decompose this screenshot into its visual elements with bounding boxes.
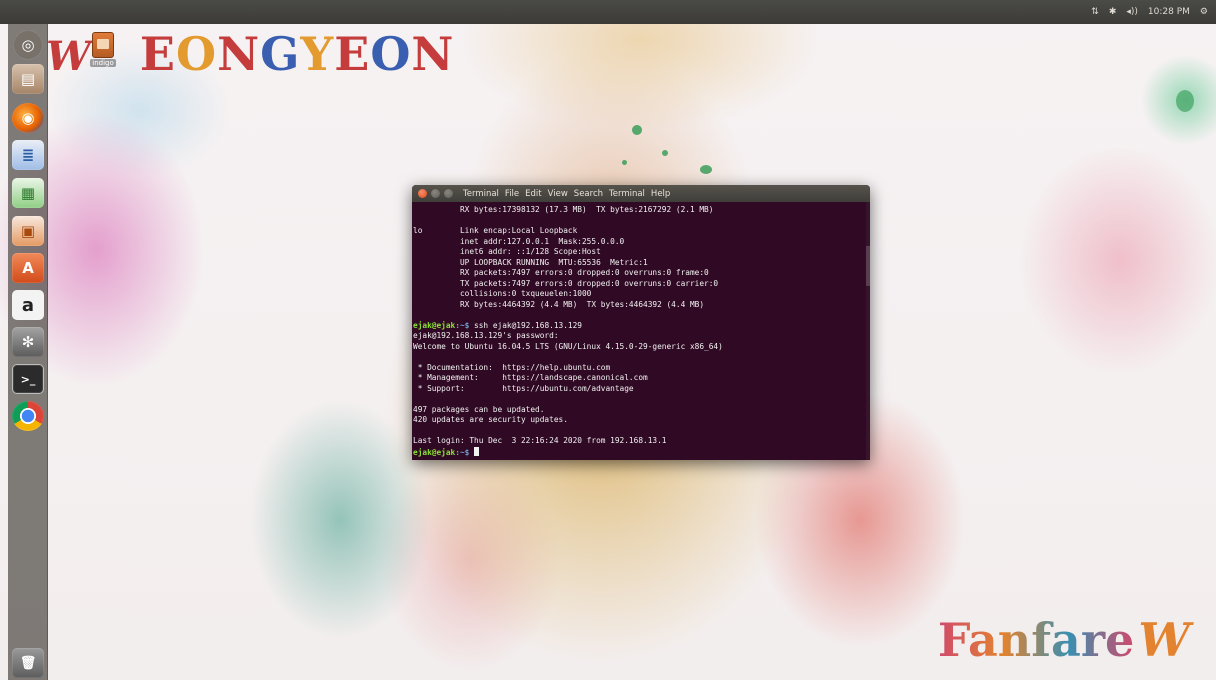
menu-view[interactable]: View <box>548 189 568 199</box>
terminal-output[interactable]: RX bytes:17398132 (17.3 MB) TX bytes:216… <box>412 205 870 460</box>
terminal-icon: >_ <box>20 372 36 386</box>
brand-letter: O <box>175 27 218 81</box>
prompt-user: ejak@ejak <box>413 447 456 457</box>
prompt-user: ejak@ejak <box>413 320 456 330</box>
desktop-shortcut-indigo[interactable]: indigo <box>86 32 120 74</box>
launcher-item-firefox[interactable]: ◉ <box>12 103 44 133</box>
menu-search[interactable]: Search <box>574 189 603 199</box>
paint-splash <box>622 160 627 165</box>
brand-letter: O <box>370 27 412 81</box>
package-icon <box>92 32 114 58</box>
paint-splash <box>662 150 668 156</box>
paint-splash <box>1176 90 1194 112</box>
prompt-path: :~$ <box>455 447 470 457</box>
software-center-icon: A <box>22 259 34 277</box>
terminal-line: inet6 addr: ::1/128 Scope:Host <box>413 247 601 256</box>
terminal-line: * Documentation: https://help.ubuntu.com <box>413 362 611 372</box>
prompt-path: :~$ <box>455 320 470 330</box>
prompt-command: ssh ejak@192.168.13.129 <box>469 320 583 330</box>
bluetooth-icon[interactable]: ✱ <box>1109 7 1117 17</box>
volume-icon[interactable]: ◂)) <box>1126 7 1138 17</box>
menubar: Terminal File Edit View Search Terminal … <box>463 189 670 199</box>
brand-letter: E <box>334 27 371 81</box>
firefox-icon: ◉ <box>21 109 35 127</box>
text-cursor <box>474 446 480 456</box>
brand-bottom-logo-icon: W <box>1138 613 1190 667</box>
settings-gear-icon[interactable]: ⚙ <box>1200 7 1208 17</box>
brand-letter: G <box>260 27 301 81</box>
launcher-item-chrome[interactable] <box>12 401 44 431</box>
amazon-icon: a <box>21 294 35 316</box>
close-icon[interactable] <box>418 189 427 198</box>
terminal-line: ejak@192.168.13.129's password: <box>413 331 559 340</box>
launcher-item-impress[interactable]: ▣ <box>12 216 44 246</box>
menu-help[interactable]: Help <box>651 189 670 199</box>
spreadsheet-icon: ▦ <box>20 184 36 202</box>
terminal-line: UP LOOPBACK RUNNING MTU:65536 Metric:1 <box>413 257 648 267</box>
app-title: Terminal <box>463 188 499 199</box>
brand-letter: Y <box>300 27 335 81</box>
menu-terminal[interactable]: Terminal <box>609 189 645 199</box>
launcher-item-system-settings[interactable]: ✻ <box>12 327 44 357</box>
clock[interactable]: 10:28 PM <box>1148 7 1190 17</box>
terminal-line: Welcome to Ubuntu 16.04.5 LTS (GNU/Linux… <box>413 341 723 351</box>
terminal-line: inet addr:127.0.0.1 Mask:255.0.0.0 <box>413 236 625 246</box>
launcher-item-software-center[interactable]: A <box>12 253 44 283</box>
paint-splash <box>632 125 642 135</box>
brand-bottom-text: Fanfare <box>937 613 1135 667</box>
terminal-titlebar[interactable]: Terminal File Edit View Search Terminal … <box>412 185 870 202</box>
brand-watermark-bottom: FanfareW <box>938 612 1190 668</box>
brand-letter: N <box>411 27 455 81</box>
launcher-item-files[interactable]: ▤ <box>12 64 44 94</box>
terminal-line: RX bytes:17398132 (17.3 MB) TX bytes:216… <box>413 205 714 214</box>
network-icon[interactable]: ⇅ <box>1091 7 1099 17</box>
terminal-line: RX packets:7497 errors:0 dropped:0 overr… <box>413 268 709 277</box>
terminal-line: RX bytes:4464392 (4.4 MB) TX bytes:44643… <box>413 299 705 309</box>
terminal-prompt-line: ejak@ejak:~$ ssh ejak@192.168.13.129 <box>413 321 870 332</box>
terminal-prompt-line[interactable]: ejak@ejak:~$ <box>413 446 870 459</box>
indicator-area: ⇅ ✱ ◂)) 10:28 PM ⚙ <box>1091 0 1208 24</box>
terminal-line: * Support: https://ubuntu.com/advantage <box>413 383 634 393</box>
terminal-window[interactable]: Terminal File Edit View Search Terminal … <box>412 185 870 460</box>
terminal-scrollbar[interactable] <box>866 202 870 460</box>
launcher-item-dash-home[interactable]: ◎ <box>13 30 43 60</box>
menu-edit[interactable]: Edit <box>525 189 541 199</box>
launcher-item-amazon[interactable]: a <box>12 290 44 320</box>
terminal-line: collisions:0 txqueuelen:1000 <box>413 289 592 298</box>
minimize-icon[interactable] <box>431 189 440 198</box>
terminal-line: 497 packages can be updated. <box>413 404 545 414</box>
launcher-item-trash[interactable]: 🗑 <box>12 648 44 678</box>
launcher-item-terminal[interactable]: >_ <box>12 364 44 394</box>
terminal-line: Last login: Thu Dec 3 22:16:24 2020 from… <box>413 436 667 445</box>
desktop-shortcut-label: indigo <box>90 59 116 67</box>
system-settings-icon: ✻ <box>21 333 35 351</box>
maximize-icon[interactable] <box>444 189 453 198</box>
folder-icon: ▤ <box>20 70 36 88</box>
brand-letter: E <box>139 27 176 81</box>
brand-letter: N <box>217 27 261 81</box>
document-icon: ≣ <box>21 146 35 164</box>
menu-file[interactable]: File <box>505 189 519 199</box>
terminal-line: 420 updates are security updates. <box>413 415 568 424</box>
terminal-line: * Management: https://landscape.canonica… <box>413 373 648 382</box>
paint-splash <box>700 165 712 174</box>
top-panel: ⇅ ✱ ◂)) 10:28 PM ⚙ <box>0 0 1216 24</box>
ubuntu-logo-icon: ◎ <box>21 36 35 54</box>
presentation-icon: ▣ <box>20 222 36 240</box>
terminal-line: TX packets:7497 errors:0 dropped:0 overr… <box>413 278 719 288</box>
scrollbar-thumb[interactable] <box>866 246 870 286</box>
launcher: ◎ ▤ ◉ ≣ ▦ ▣ A a ✻ >_ 🗑 <box>8 24 48 680</box>
terminal-line: lo Link encap:Local Loopback <box>413 226 578 235</box>
trash-icon: 🗑 <box>19 655 37 671</box>
launcher-item-writer[interactable]: ≣ <box>12 140 44 170</box>
launcher-item-calc[interactable]: ▦ <box>12 178 44 208</box>
